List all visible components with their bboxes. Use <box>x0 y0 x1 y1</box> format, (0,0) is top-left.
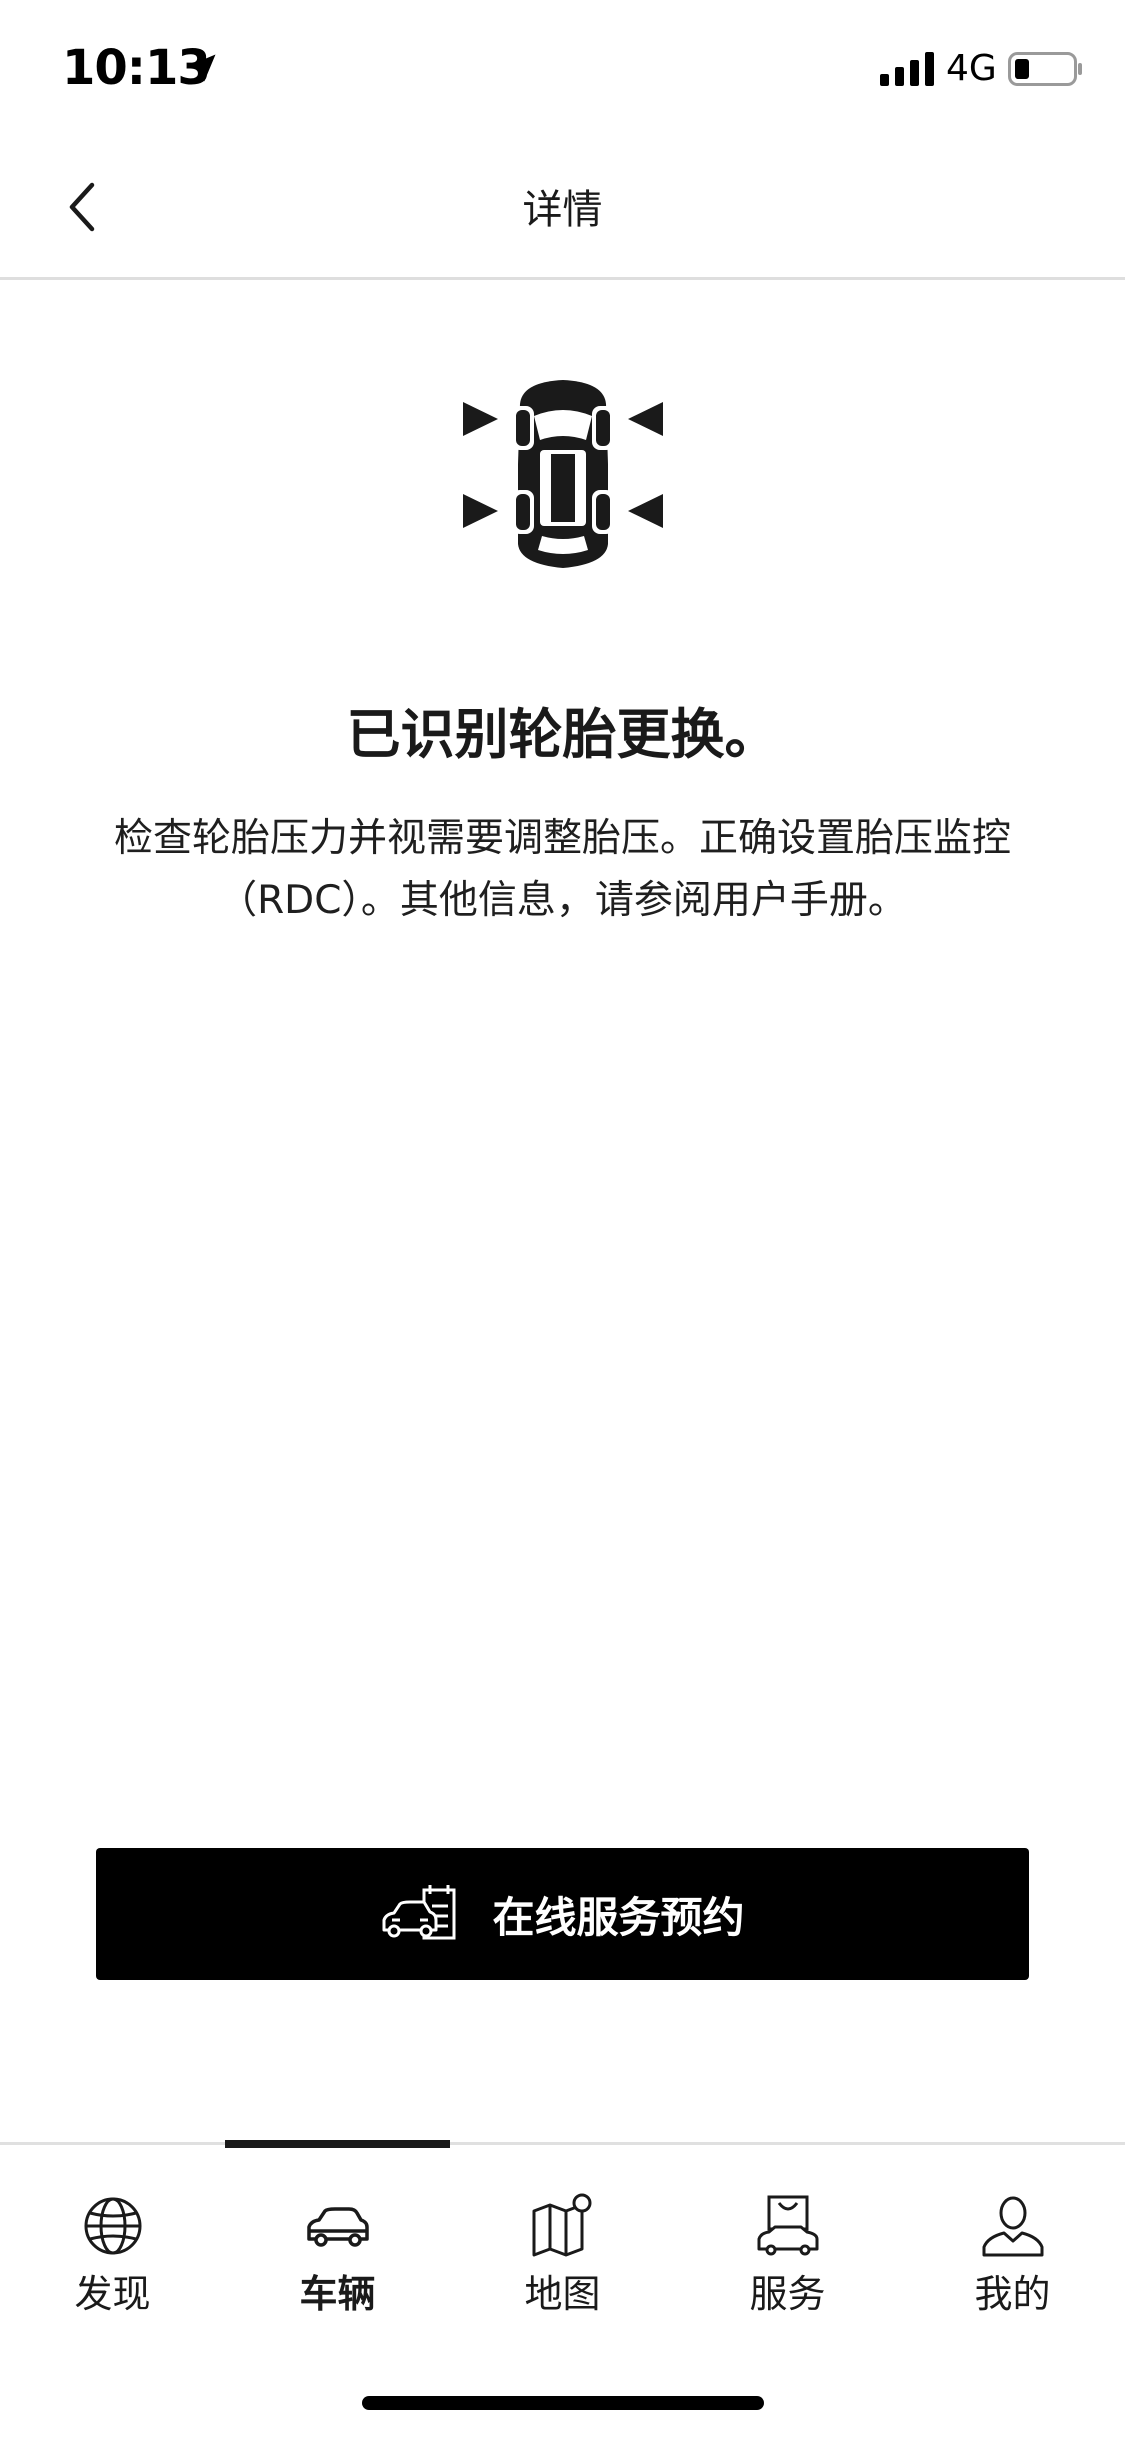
tab-label-vehicle: 车辆 <box>299 2272 376 2316</box>
cellular-signal-icon <box>880 52 934 86</box>
tire-pressure-car-icon <box>463 380 663 568</box>
page-title: 详情 <box>522 187 603 233</box>
globe-icon <box>84 2197 142 2255</box>
tab-label-profile: 我的 <box>974 2272 1051 2316</box>
nav-bar: 详情 <box>0 135 1125 280</box>
tab-label-service: 服务 <box>749 2272 826 2316</box>
tab-label-map: 地图 <box>524 2272 601 2316</box>
tab-profile[interactable]: 我的 <box>900 2145 1125 2345</box>
status-bar: 10:13 4G <box>0 0 1125 135</box>
map-icon <box>532 2193 592 2257</box>
headline: 已识别轮胎更换。 <box>346 703 779 766</box>
car-icon <box>307 2207 369 2247</box>
tab-discover[interactable]: 发现 <box>0 2145 225 2345</box>
tab-label-discover: 发现 <box>74 2272 151 2316</box>
user-icon <box>982 2196 1044 2257</box>
network-type: 4G <box>946 48 997 89</box>
home-indicator[interactable] <box>362 2396 764 2410</box>
service-bag-icon <box>757 2195 819 2256</box>
car-calendar-icon <box>382 1885 456 1940</box>
description-text: 检查轮胎压力并视需要调整胎压。正确设置胎压监控（RDC）。其他信息，请参阅用户手… <box>113 816 1011 923</box>
tab-service[interactable]: 服务 <box>675 2145 900 2345</box>
tab-map[interactable]: 地图 <box>450 2145 675 2345</box>
online-service-booking-label: 在线服务预约 <box>492 1892 745 1942</box>
tab-vehicle[interactable]: 车辆 <box>225 2145 450 2345</box>
battery-icon <box>1008 52 1082 86</box>
location-arrow-icon <box>188 54 216 82</box>
online-service-booking-button[interactable]: 在线服务预约 <box>96 1848 1029 1980</box>
tab-bar: 发现 车辆 地图 服务 我的 <box>0 2140 1125 2439</box>
